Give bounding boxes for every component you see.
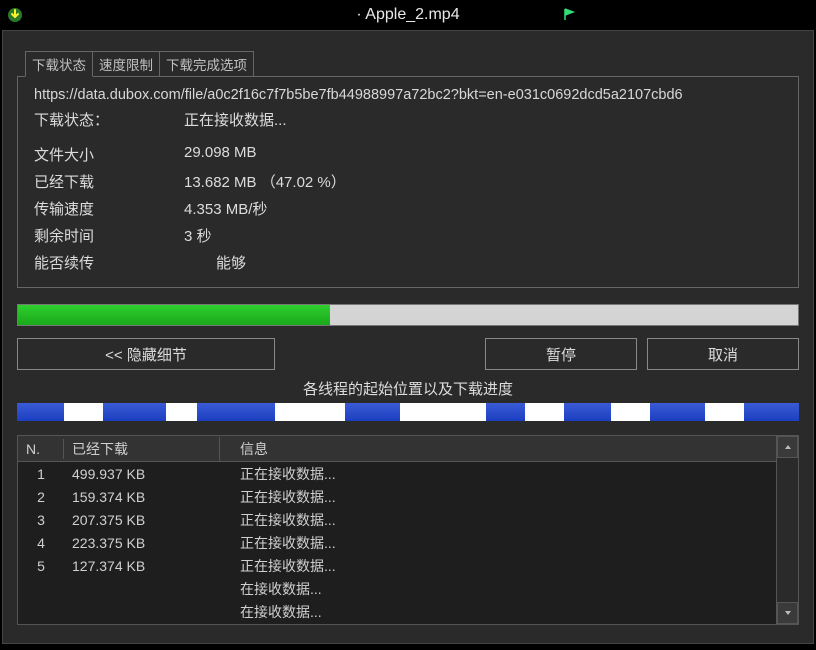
- buttons-row: << 隐藏细节 暂停 取消: [17, 338, 799, 370]
- cell-dl: [64, 610, 220, 614]
- table-row[interactable]: 1499.937 KB正在接收数据...: [18, 462, 776, 485]
- value-resume: 能够: [184, 252, 246, 273]
- cell-dl: 127.374 KB: [64, 556, 220, 576]
- value-state: 正在接收数据...: [184, 109, 287, 130]
- cancel-button[interactable]: 取消: [647, 338, 799, 370]
- label-resume: 能否续传: [34, 252, 184, 273]
- table-header: N. 已经下载 信息: [18, 436, 776, 462]
- table-row[interactable]: 2159.374 KB正在接收数据...: [18, 485, 776, 508]
- cell-n: 1: [18, 464, 64, 484]
- table-row[interactable]: 在接收数据...: [18, 577, 776, 600]
- main-frame: 下载状态 速度限制 下载完成选项 https://data.dubox.com/…: [2, 30, 814, 644]
- segment-bar: [17, 403, 799, 421]
- segment-gap: [400, 403, 486, 421]
- label-size: 文件大小: [34, 144, 184, 165]
- status-panel: https://data.dubox.com/file/a0c2f16c7f7b…: [17, 76, 799, 288]
- scroll-down-icon[interactable]: [777, 602, 798, 624]
- tab-status[interactable]: 下载状态: [25, 51, 93, 77]
- cell-dl: [64, 587, 220, 591]
- threads-title: 各线程的起始位置以及下载进度: [17, 378, 799, 399]
- scroll-up-icon[interactable]: [777, 436, 798, 458]
- cell-info: 正在接收数据...: [220, 485, 776, 509]
- value-downloaded: 13.682 MB （47.02 %）: [184, 171, 346, 192]
- segment-gap: [64, 403, 103, 421]
- segment: [103, 403, 166, 421]
- download-url: https://data.dubox.com/file/a0c2f16c7f7b…: [34, 87, 782, 103]
- cell-dl: 223.375 KB: [64, 533, 220, 553]
- tab-complete[interactable]: 下载完成选项: [159, 51, 254, 77]
- cell-n: 4: [18, 533, 64, 553]
- label-downloaded: 已经下载: [34, 171, 184, 192]
- value-size: 29.098 MB: [184, 144, 257, 165]
- tab-speed[interactable]: 速度限制: [92, 51, 160, 77]
- marker-icon: [562, 7, 576, 21]
- window-title: · Apple_2.mp4: [356, 6, 459, 24]
- cell-info: 正在接收数据...: [220, 508, 776, 532]
- idm-logo-icon: [6, 6, 24, 24]
- segment: [17, 403, 64, 421]
- segment-gap: [705, 403, 744, 421]
- col-header-n[interactable]: N.: [18, 439, 64, 459]
- segment: [564, 403, 611, 421]
- cell-info: 在接收数据...: [220, 577, 776, 601]
- label-speed: 传输速度: [34, 198, 184, 219]
- col-header-dl[interactable]: 已经下载: [64, 437, 220, 461]
- titlebar: · Apple_2.mp4: [0, 0, 816, 30]
- table-body: 1499.937 KB正在接收数据...2159.374 KB正在接收数据...…: [18, 462, 776, 623]
- value-speed: 4.353 MB/秒: [184, 198, 267, 219]
- label-state: 下载状态：: [34, 109, 184, 130]
- cell-n: 2: [18, 487, 64, 507]
- segment-gap: [166, 403, 197, 421]
- cell-info: 在接收数据...: [220, 600, 776, 624]
- segment-gap: [525, 403, 564, 421]
- cell-n: [18, 587, 64, 591]
- segment: [650, 403, 705, 421]
- segment-gap: [611, 403, 650, 421]
- cell-n: [18, 610, 64, 614]
- table-row[interactable]: 4223.375 KB正在接收数据...: [18, 531, 776, 554]
- segment: [345, 403, 400, 421]
- table-row[interactable]: 3207.375 KB正在接收数据...: [18, 508, 776, 531]
- segment: [744, 403, 799, 421]
- scroll-track[interactable]: [777, 458, 798, 602]
- table-row[interactable]: 5127.374 KB正在接收数据...: [18, 554, 776, 577]
- progress-fill: [18, 305, 330, 325]
- value-remain: 3 秒: [184, 225, 212, 246]
- cell-info: 正在接收数据...: [220, 462, 776, 486]
- col-header-info[interactable]: 信息: [220, 437, 776, 461]
- cell-dl: 207.375 KB: [64, 510, 220, 530]
- label-remain: 剩余时间: [34, 225, 184, 246]
- table-row[interactable]: 在接收数据...: [18, 600, 776, 623]
- scrollbar[interactable]: [776, 436, 798, 624]
- tabs: 下载状态 速度限制 下载完成选项: [25, 51, 799, 77]
- progress-bar: [17, 304, 799, 326]
- cell-info: 正在接收数据...: [220, 531, 776, 555]
- hide-details-button[interactable]: << 隐藏细节: [17, 338, 275, 370]
- cell-n: 5: [18, 556, 64, 576]
- cell-info: 正在接收数据...: [220, 554, 776, 578]
- threads-table: N. 已经下载 信息 1499.937 KB正在接收数据...2159.374 …: [17, 435, 799, 625]
- cell-dl: 499.937 KB: [64, 464, 220, 484]
- segment: [197, 403, 275, 421]
- segment-gap: [275, 403, 345, 421]
- cell-n: 3: [18, 510, 64, 530]
- pause-button[interactable]: 暂停: [485, 338, 637, 370]
- cell-dl: 159.374 KB: [64, 487, 220, 507]
- segment: [486, 403, 525, 421]
